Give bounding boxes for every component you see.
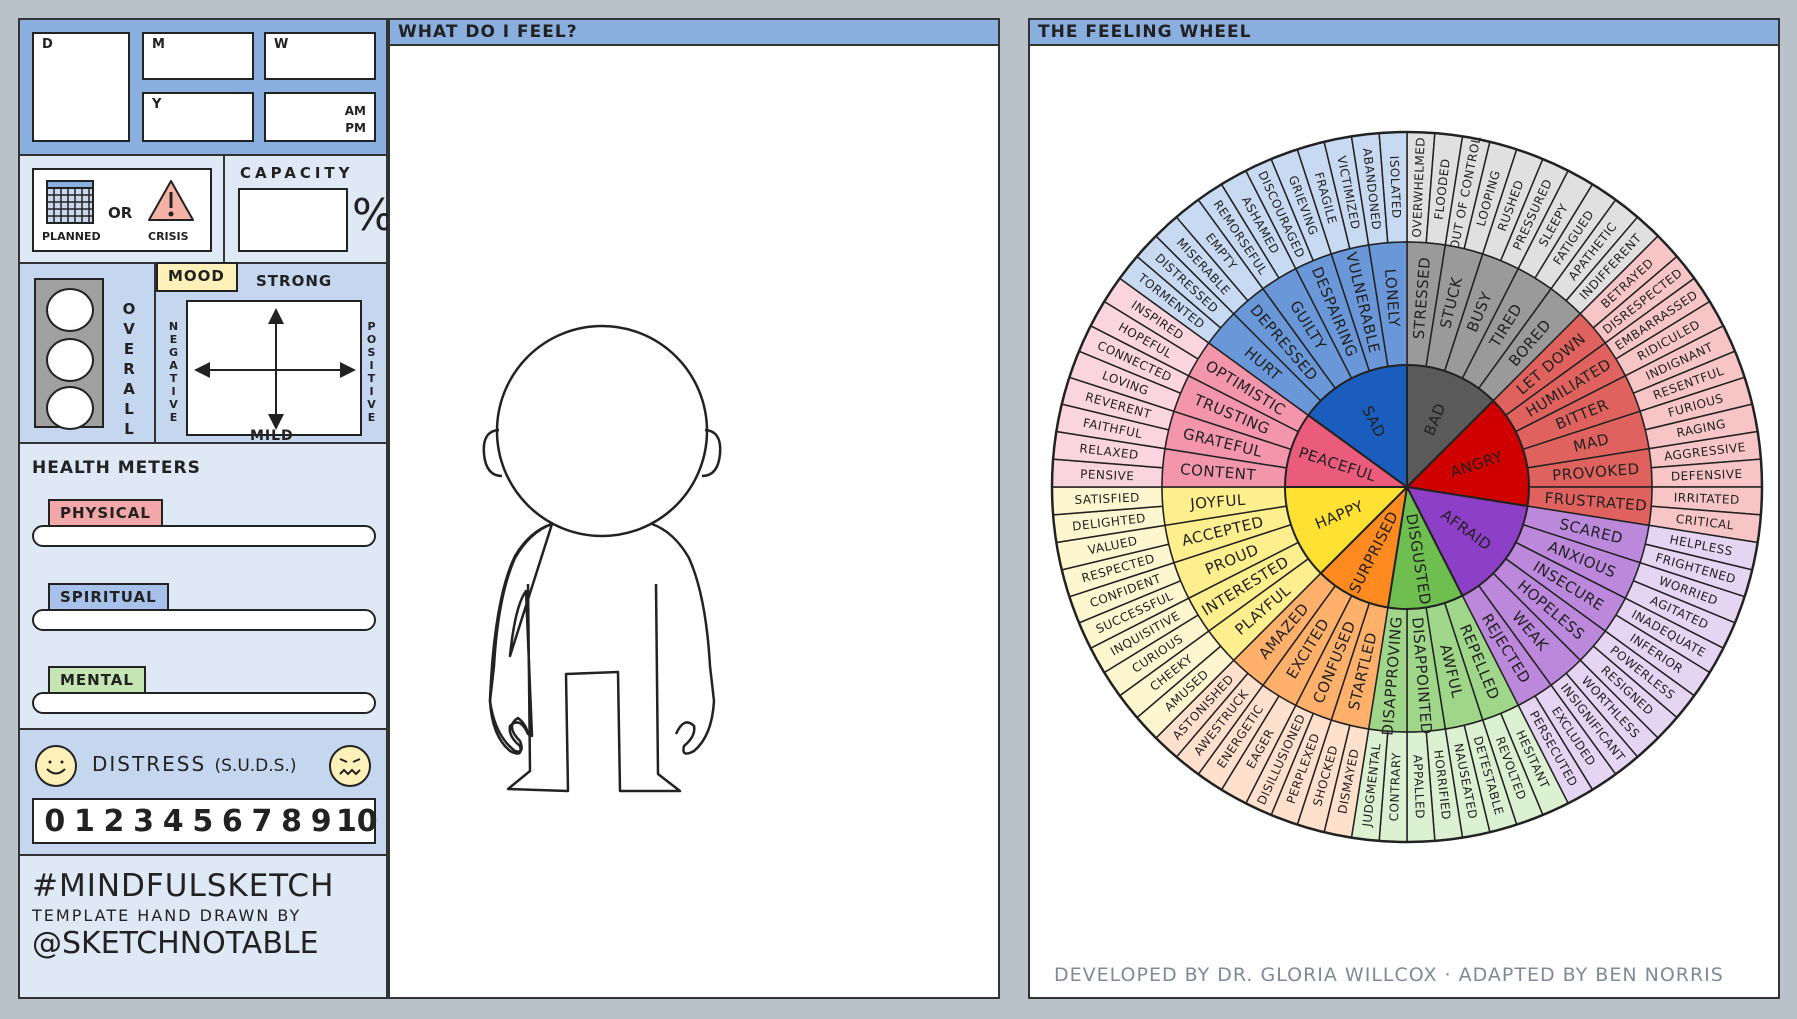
time-field[interactable]: AM PM (264, 92, 376, 142)
outer-label: DEFENSIVE (1671, 467, 1743, 484)
weekday-label: W (274, 37, 289, 52)
distress-title: DISTRESS (S.U.D.S.) (92, 752, 297, 776)
feeling-wheel: OVERWHELMED FLOODEDSTRESSEDOUT OF CONTROL… (1050, 130, 1764, 844)
traffic-light (34, 278, 104, 430)
suds-option-6[interactable]: 6 (218, 804, 248, 839)
distress-subtitle: (S.U.D.S.) (214, 756, 297, 776)
spiritual-meter[interactable] (32, 609, 376, 631)
month-field[interactable]: M (142, 32, 254, 80)
suds-option-7[interactable]: 7 (247, 804, 277, 839)
overall-label: OVERALL (120, 300, 138, 440)
day-field[interactable]: D (32, 32, 130, 142)
light-bottom[interactable] (46, 386, 94, 430)
physical-meter[interactable] (32, 525, 376, 547)
light-middle[interactable] (46, 338, 94, 382)
suds-option-4[interactable]: 4 (158, 804, 188, 839)
crisis-label: CRISIS (148, 230, 189, 243)
overall-mood-section: OVERALL MOOD STRONG NEGATIVE POSITIVE MI… (20, 262, 386, 444)
suds-option-0[interactable]: 0 (40, 804, 70, 839)
health-meters-section: HEALTH METERS PHYSICAL SPIRITUAL MENTAL (20, 444, 386, 730)
suds-option-8[interactable]: 8 (277, 804, 307, 839)
outer-label: SATISFIED (1074, 491, 1140, 508)
planned-or-crisis-box: PLANNED OR CRISIS (32, 168, 212, 252)
capacity-title: CAPACITY (240, 164, 354, 182)
hashtag-text: #MINDFULSKETCH (32, 868, 335, 904)
feeling-wheel-credit: DEVELOPED BY DR. GLORIA WILLCOX · ADAPTE… (1054, 964, 1724, 986)
suds-option-10[interactable]: 10 (336, 804, 378, 839)
weekday-field[interactable]: W (264, 32, 376, 80)
what-do-i-feel-panel: WHAT DO I FEEL? (388, 18, 1000, 999)
left-arm (488, 522, 554, 753)
suds-option-5[interactable]: 5 (188, 804, 218, 839)
mood-mild-label: MILD (250, 428, 294, 444)
left-panel: D M W Y AM PM PLANNED OR CRISIS CAPACITY… (18, 18, 394, 999)
day-label: D (42, 37, 53, 52)
am-label: AM (344, 104, 366, 118)
mood-negative-label: NEGATIVE (167, 320, 180, 424)
or-label: OR (108, 204, 133, 222)
suds-option-2[interactable]: 2 (99, 804, 129, 839)
feeling-wheel-panel: THE FEELING WHEEL OVERWHELMED FLOODED STRE… (1028, 18, 1780, 999)
mood-grid[interactable] (186, 300, 362, 436)
suds-scale: 0 1 2 3 4 5 6 7 8 9 10 (32, 798, 378, 844)
mood-positive-label: POSITIVE (365, 320, 378, 424)
calendar-icon[interactable] (46, 180, 96, 226)
datetime-section: D M W Y AM PM (20, 20, 386, 156)
feeling-wheel-title: THE FEELING WHEEL (1030, 20, 1778, 46)
suds-option-1[interactable]: 1 (70, 804, 100, 839)
outer-label: APPALLED (1411, 754, 1428, 819)
spiritual-tag: SPIRITUAL (48, 583, 169, 609)
mood-tag: MOOD (156, 262, 238, 292)
year-field[interactable]: Y (142, 92, 254, 142)
outer-label: CONTRARY (1387, 752, 1404, 822)
outer-label: ISOLATED (1387, 155, 1403, 219)
health-meters-title: HEALTH METERS (32, 458, 201, 478)
planned-label: PLANNED (42, 230, 101, 243)
capacity-input[interactable] (238, 188, 348, 252)
warning-icon[interactable] (146, 178, 196, 224)
physical-tag: PHYSICAL (48, 499, 163, 525)
suds-option-9[interactable]: 9 (306, 804, 336, 839)
distress-section: DISTRESS (S.U.D.S.) 0 1 2 3 4 5 6 7 8 9 10 (20, 730, 386, 856)
smiley-face-icon (35, 745, 77, 787)
outer-label: PENSIVE (1080, 467, 1135, 483)
mood-strong-label: STRONG (256, 272, 333, 290)
head-outline (495, 324, 709, 538)
outer-label: IRRITATED (1673, 490, 1740, 507)
mental-meter[interactable] (32, 692, 376, 714)
legs-torso (506, 583, 682, 793)
distressed-face-icon (329, 745, 371, 787)
mental-tag: MENTAL (48, 666, 146, 692)
what-do-i-feel-title: WHAT DO I FEEL? (390, 20, 998, 46)
light-top[interactable] (46, 288, 94, 332)
author-handle[interactable]: @SKETCHNOTABLE (32, 926, 319, 961)
month-label: M (152, 37, 165, 52)
suds-option-3[interactable]: 3 (129, 804, 159, 839)
body-outline[interactable] (390, 46, 998, 997)
year-label: Y (152, 97, 162, 112)
planned-capacity-section: PLANNED OR CRISIS CAPACITY % (20, 156, 394, 264)
credit-line: TEMPLATE HAND DRAWN BY (32, 906, 302, 925)
credits-section: #MINDFULSKETCH TEMPLATE HAND DRAWN BY @S… (20, 856, 386, 997)
pm-label: PM (345, 121, 366, 135)
